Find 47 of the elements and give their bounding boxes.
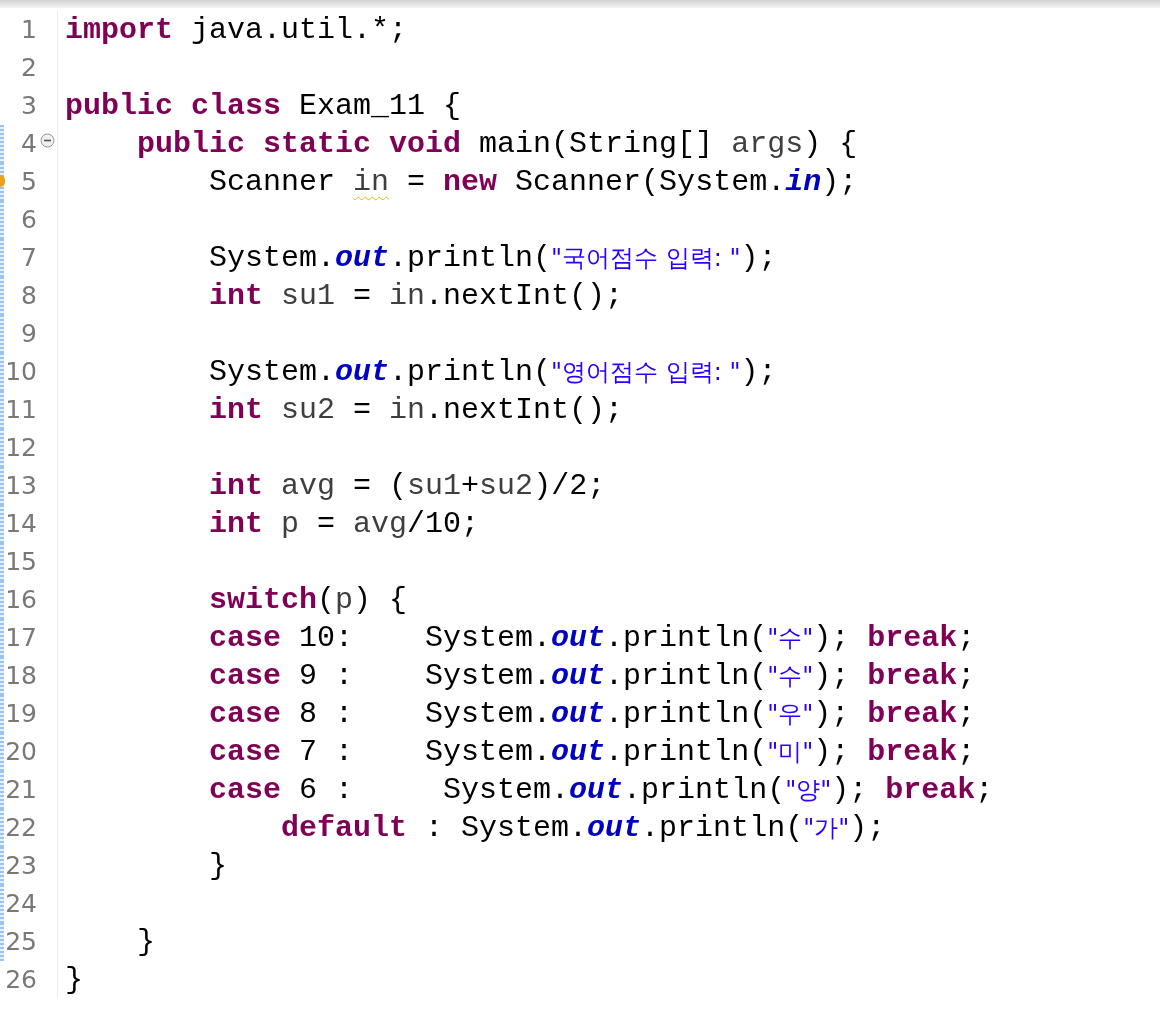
line-number: 10 — [5, 356, 37, 388]
line-number: 17 — [5, 622, 37, 654]
line-number: 2 — [21, 52, 37, 84]
code-line: System.out.println("영어점수 입력: "); — [208, 354, 777, 391]
code-line: case 8 : System.out.println("우"); break; — [208, 696, 976, 733]
line-number: 4 — [21, 128, 37, 160]
line-number: 1 — [21, 14, 37, 46]
code-line: } — [136, 924, 155, 961]
code-line: case 9 : System.out.println("수"); break; — [208, 658, 976, 695]
code-line: Scanner in = new Scanner(System.in); — [208, 164, 858, 201]
line-number: 18 — [5, 660, 37, 692]
line-number: 25 — [5, 926, 37, 958]
code-line: import java.util.*; — [65, 12, 408, 49]
line-number: 13 — [5, 470, 37, 502]
line-number: 14 — [5, 508, 37, 540]
code-line: switch(p) { — [208, 582, 408, 619]
code-line: public class Exam_11 { — [65, 88, 462, 125]
line-number: 26 — [5, 964, 37, 996]
line-number: 7 — [21, 242, 37, 274]
line-number: 5 — [21, 166, 37, 198]
line-number: 21 — [5, 774, 37, 806]
collapse-icon[interactable] — [40, 133, 55, 148]
code-line: int su2 = in.nextInt(); — [208, 392, 624, 429]
code-line: } — [208, 848, 228, 885]
line-number: 16 — [5, 584, 37, 616]
code-line: case 7 : System.out.println("미"); break; — [208, 734, 976, 771]
line-number: 23 — [5, 850, 37, 882]
code-line: public static void main(String[] args) { — [136, 126, 858, 163]
code-line: int p = avg/10; — [208, 506, 480, 543]
code-line: case 6 : System.out.println("양"); break; — [208, 772, 994, 809]
line-number: 22 — [5, 812, 37, 844]
line-number: 6 — [21, 204, 37, 236]
line-number: 11 — [5, 394, 37, 426]
code-line: int su1 = in.nextInt(); — [208, 278, 624, 315]
code-line: default : System.out.println("가"); — [280, 810, 886, 847]
line-number: 24 — [5, 888, 37, 920]
line-number: 3 — [21, 90, 37, 122]
line-number: 15 — [5, 546, 37, 578]
line-number: 12 — [5, 432, 37, 464]
line-number: 19 — [5, 698, 37, 730]
line-number: 20 — [5, 736, 37, 768]
code-line: System.out.println("국어점수 입력: "); — [208, 240, 777, 277]
code-line: int avg = (su1+su2)/2; — [208, 468, 606, 505]
code-line: case 10: System.out.println("수"); break; — [208, 620, 976, 657]
code-line: } — [65, 962, 83, 999]
line-number: 8 — [21, 280, 37, 312]
line-number: 9 — [21, 318, 37, 350]
